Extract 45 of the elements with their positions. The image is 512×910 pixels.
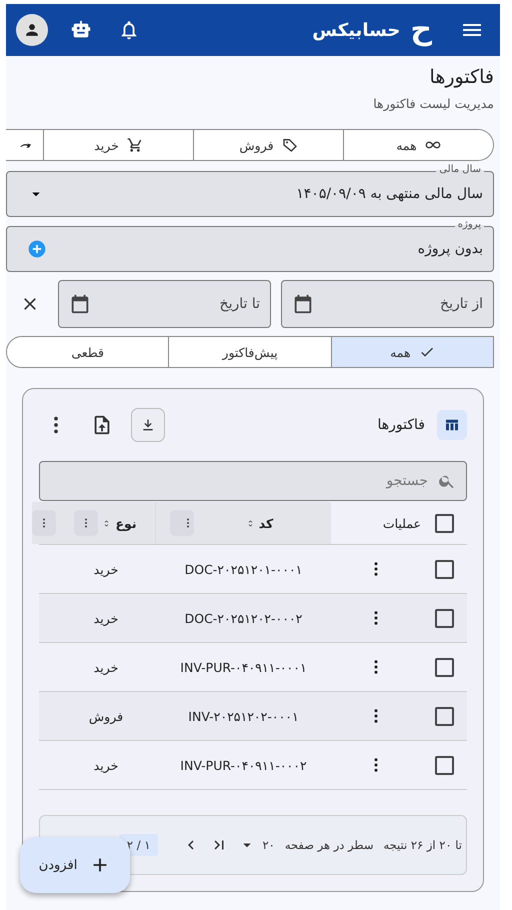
app-title: حسابیکس bbox=[312, 20, 400, 40]
field-label: پروژه bbox=[454, 219, 484, 231]
column-header: عملیات bbox=[382, 516, 421, 530]
rows-per-page-label: سطر در هر صفحه bbox=[284, 838, 374, 852]
table-cell: فروش bbox=[88, 708, 124, 724]
field-value: بدون پروژه bbox=[418, 241, 483, 257]
row-checkbox[interactable] bbox=[434, 756, 454, 774]
field-label: سال مالی bbox=[436, 164, 484, 176]
table-title: فاکتورها bbox=[378, 417, 425, 433]
table-cell: INV-PUR-۰۴۰۹۱۱-۰۰۰۱ bbox=[180, 660, 307, 674]
filter-tab[interactable]: همه bbox=[343, 130, 493, 160]
filter-tab[interactable]: همه bbox=[330, 337, 493, 367]
row-checkbox[interactable] bbox=[434, 608, 454, 628]
table-cell: خرید bbox=[94, 562, 118, 576]
tag-icon[interactable] bbox=[282, 137, 298, 153]
search-placeholder: جستجو bbox=[386, 473, 428, 489]
cart-icon[interactable] bbox=[126, 137, 143, 153]
field-placeholder: از تاریخ bbox=[440, 296, 483, 312]
date-field[interactable]: تا تاریخ bbox=[58, 280, 271, 328]
table-cell: DOC-۲۰۲۵۱۲۰۲-۰۰۰۲ bbox=[184, 610, 302, 626]
row-checkbox[interactable] bbox=[434, 658, 454, 676]
table-cell: INV-۲۰۲۵۱۲۰۲-۰۰۰۱ bbox=[188, 708, 299, 724]
calendar-icon[interactable] bbox=[292, 293, 314, 315]
download-button[interactable] bbox=[131, 408, 165, 442]
calendar-icon[interactable] bbox=[69, 293, 91, 315]
table-cell: DOC-۲۰۲۵۱۲۰۱-۰۰۰۱ bbox=[184, 562, 302, 576]
select-all-checkbox[interactable] bbox=[434, 514, 454, 532]
page-title: فاکتورها bbox=[428, 66, 494, 88]
table-cell: خرید bbox=[94, 610, 118, 626]
column-header[interactable]: کد bbox=[258, 516, 274, 530]
table-cell: خرید bbox=[94, 660, 118, 674]
table-cell: INV-PUR-۰۴۰۹۱۱-۰۰۰۲ bbox=[180, 758, 307, 772]
row-checkbox[interactable] bbox=[434, 706, 454, 726]
rows-per-page-select[interactable]: ۲۰ bbox=[238, 836, 275, 854]
field-value: سال مالی منتهی به ۱۴۰۵/۰۹/۰۹ bbox=[296, 186, 483, 202]
row-checkbox[interactable] bbox=[434, 560, 454, 578]
add-icon[interactable] bbox=[27, 239, 47, 259]
column-header[interactable]: نوع bbox=[115, 516, 137, 530]
avatar[interactable] bbox=[16, 14, 48, 46]
table-cell: خرید bbox=[94, 758, 118, 772]
page-subtitle: مدیریت لیست فاکتورها bbox=[372, 96, 494, 111]
date-field[interactable]: از تاریخ bbox=[281, 280, 494, 328]
result-range: تا ۲۰ از ۲۶ نتیجه bbox=[383, 838, 462, 852]
app-logo: ح bbox=[410, 15, 432, 45]
field-placeholder: تا تاریخ bbox=[220, 296, 260, 312]
